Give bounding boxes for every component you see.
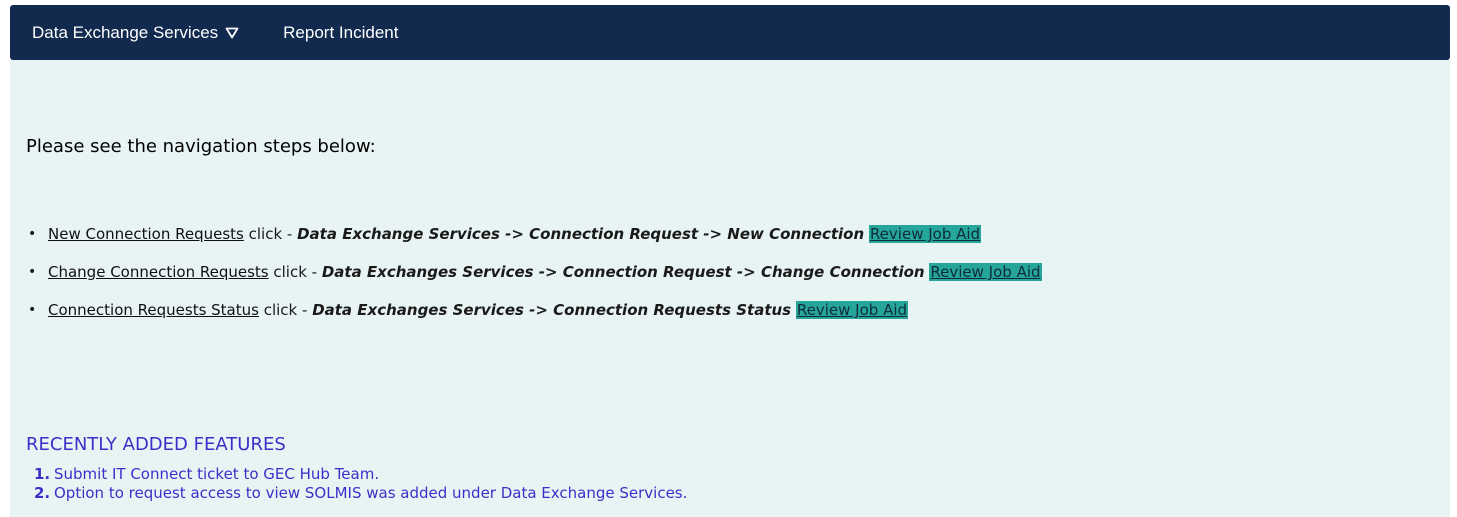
list-item: • Connection Requests Status click - Dat… xyxy=(28,300,1042,338)
step-click-text: click - xyxy=(258,301,313,319)
list-item: 1. Submit IT Connect ticket to GEC Hub Te… xyxy=(34,465,687,484)
bullet-icon: • xyxy=(28,264,37,280)
nav-report-incident-label: Report Incident xyxy=(283,22,399,42)
connection-requests-status-link[interactable]: Connection Requests Status xyxy=(48,301,259,319)
bullet-icon: • xyxy=(28,226,37,242)
top-navbar: Data Exchange Services Report Incident xyxy=(10,5,1450,60)
features-list: 1. Submit IT Connect ticket to GEC Hub Te… xyxy=(34,465,687,503)
list-item: • New Connection Requests click - Data E… xyxy=(28,224,1042,262)
review-job-aid-link[interactable]: Review Job Aid xyxy=(868,225,982,243)
intro-text: Please see the navigation steps below: xyxy=(26,136,376,157)
feature-number: 2. xyxy=(34,484,51,502)
nav-report-incident[interactable]: Report Incident xyxy=(283,23,398,43)
step-click-text: click - xyxy=(243,225,298,243)
list-item: • Change Connection Requests click - Dat… xyxy=(28,262,1042,300)
chevron-down-icon xyxy=(225,27,239,38)
review-job-aid-link[interactable]: Review Job Aid xyxy=(795,301,909,319)
new-connection-requests-link[interactable]: New Connection Requests xyxy=(48,225,244,243)
main-content: Please see the navigation steps below: •… xyxy=(10,60,1450,517)
recently-added-features-heading: RECENTLY ADDED FEATURES xyxy=(26,434,286,455)
navigation-steps-list: • New Connection Requests click - Data E… xyxy=(10,224,1042,338)
step-navigation-path: Data Exchanges Services -> Connection Re… xyxy=(312,301,792,319)
step-click-text: click - xyxy=(268,263,322,281)
step-navigation-path: Data Exchanges Services -> Connection Re… xyxy=(321,263,925,281)
feature-text: Option to request access to view SOLMIS … xyxy=(54,484,688,502)
change-connection-requests-link[interactable]: Change Connection Requests xyxy=(48,263,269,281)
nav-data-exchange-services[interactable]: Data Exchange Services xyxy=(32,23,239,43)
list-item: 2. Option to request access to view SOLMI… xyxy=(34,484,687,503)
feature-number: 1. xyxy=(34,465,51,483)
review-job-aid-link[interactable]: Review Job Aid xyxy=(929,263,1042,281)
feature-text: Submit IT Connect ticket to GEC Hub Team… xyxy=(54,465,380,483)
bullet-icon: • xyxy=(28,302,37,318)
step-navigation-path: Data Exchange Services -> Connection Req… xyxy=(297,225,865,243)
nav-data-exchange-services-label: Data Exchange Services xyxy=(32,22,219,42)
